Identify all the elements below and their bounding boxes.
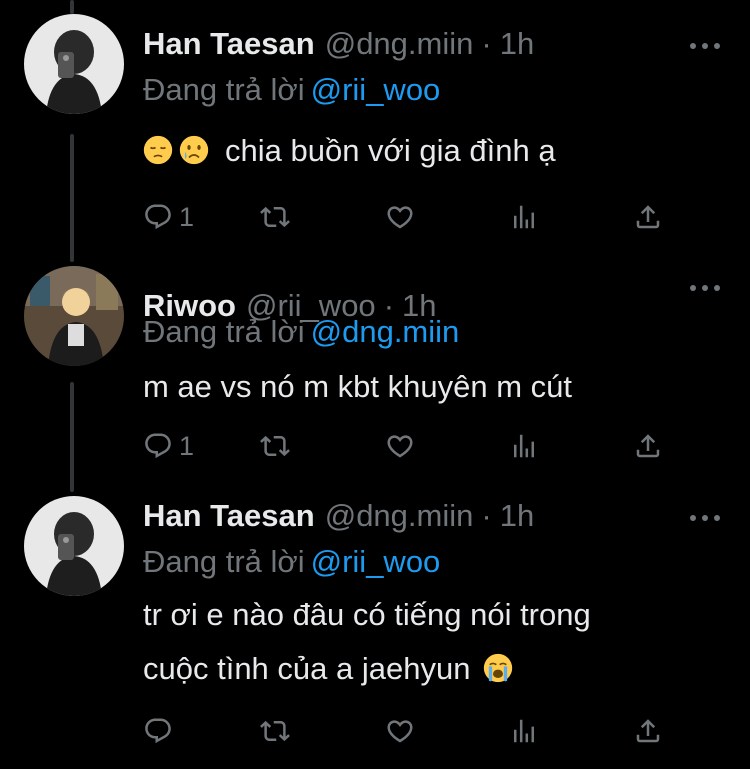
retweet-icon (260, 202, 290, 232)
avatar[interactable] (24, 14, 124, 114)
share-button[interactable] (633, 714, 663, 748)
more-options-icon[interactable] (690, 282, 720, 294)
tweet-text: tr ơi e nào đâu có tiếng nói trong cuộc … (143, 588, 723, 696)
replying-to: Đang trả lời @rii_woo (143, 72, 440, 108)
retweet-button[interactable] (260, 200, 290, 234)
views-icon (509, 716, 539, 746)
tweet-header: Han Taesan @dng.miin · 1h (143, 26, 534, 66)
share-button[interactable] (633, 429, 663, 463)
username[interactable]: @dng.miin (325, 498, 474, 534)
mention-link[interactable]: @rii_woo (311, 544, 441, 579)
retweet-icon (260, 431, 290, 461)
avatar[interactable] (24, 496, 124, 596)
more-options-icon[interactable] (690, 512, 720, 524)
reply-icon (143, 202, 173, 232)
tweet-1[interactable]: Han Taesan @dng.miin · 1h Đang trả lời @r… (0, 0, 750, 262)
retweet-icon (260, 716, 290, 746)
crying-face-emoji (179, 135, 209, 165)
mention-link[interactable]: @dng.miin (311, 314, 460, 349)
like-icon (385, 202, 415, 232)
like-button[interactable] (385, 429, 415, 463)
like-icon (385, 716, 415, 746)
replying-prefix: Đang trả lời (143, 314, 305, 349)
share-icon (633, 431, 663, 461)
display-name[interactable]: Han Taesan (143, 26, 315, 62)
reply-count: 1 (179, 430, 195, 461)
tweet-header: Han Taesan @dng.miin · 1h (143, 498, 534, 538)
views-button[interactable] (509, 714, 539, 748)
mention-link[interactable]: @rii_woo (311, 72, 441, 107)
like-button[interactable] (385, 714, 415, 748)
reply-button[interactable] (143, 714, 179, 748)
separator-dot: · (481, 498, 492, 533)
username[interactable]: @dng.miin (325, 26, 474, 62)
replying-prefix: Đang trả lời (143, 72, 305, 107)
pensive-face-emoji (143, 135, 173, 165)
tweet-text-line-2-wrap: cuộc tình của a jaehyun (143, 642, 723, 696)
share-button[interactable] (633, 200, 663, 234)
tweet-text-content: m ae vs nó m kbt khuyên m cút (143, 369, 573, 404)
reply-icon (143, 431, 173, 461)
avatar-image (24, 14, 124, 114)
more-options-icon[interactable] (690, 40, 720, 52)
timestamp[interactable]: 1h (500, 498, 534, 534)
separator-dot: · (481, 26, 492, 61)
share-icon (633, 716, 663, 746)
like-button[interactable] (385, 200, 415, 234)
tweet-3[interactable]: Han Taesan @dng.miin · 1h Đang trả lời @r… (0, 492, 750, 769)
replying-prefix: Đang trả lời (143, 544, 305, 579)
action-bar: 1 (143, 429, 663, 463)
views-icon (509, 431, 539, 461)
tweet-text-content: chia buồn với gia đình ạ (225, 133, 556, 168)
loudly-crying-face-emoji (483, 653, 513, 683)
avatar-image (24, 266, 124, 366)
views-button[interactable] (509, 429, 539, 463)
views-button[interactable] (509, 200, 539, 234)
share-icon (633, 202, 663, 232)
tweet-text-line-1: tr ơi e nào đâu có tiếng nói trong (143, 597, 591, 632)
reply-icon (143, 716, 173, 746)
reply-count: 1 (179, 201, 195, 232)
views-icon (509, 202, 539, 232)
display-name[interactable]: Han Taesan (143, 498, 315, 534)
reply-button[interactable]: 1 (143, 429, 194, 463)
replying-to: Đang trả lời @dng.miin (143, 314, 459, 350)
tweet-text: m ae vs nó m kbt khuyên m cút (143, 360, 723, 414)
retweet-button[interactable] (260, 714, 290, 748)
tweet-text-line-2: cuộc tình của a jaehyun (143, 651, 471, 686)
action-bar: 1 (143, 200, 663, 234)
like-icon (385, 431, 415, 461)
timestamp[interactable]: 1h (500, 26, 534, 62)
tweet-2[interactable]: Riwoo @rii_woo · 1h Đang trả lời @dng.mii… (0, 262, 750, 492)
avatar[interactable] (24, 266, 124, 366)
avatar-image (24, 496, 124, 596)
action-bar (143, 714, 663, 748)
retweet-button[interactable] (260, 429, 290, 463)
tweet-text: chia buồn với gia đình ạ (143, 124, 723, 178)
reply-button[interactable]: 1 (143, 200, 194, 234)
replying-to: Đang trả lời @rii_woo (143, 544, 440, 580)
